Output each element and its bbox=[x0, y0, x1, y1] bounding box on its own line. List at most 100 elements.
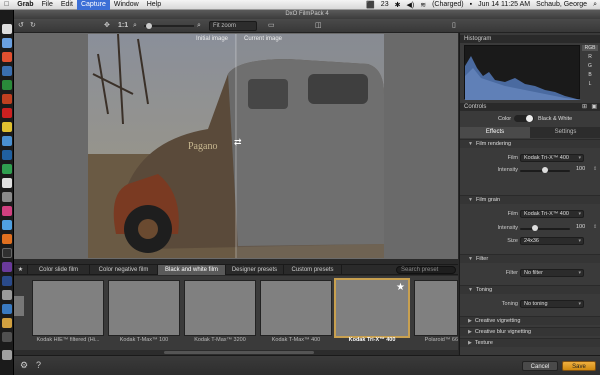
channel-r[interactable]: R bbox=[582, 54, 598, 60]
app-icon-dark[interactable] bbox=[2, 248, 12, 258]
favorite-star-icon[interactable]: ★ bbox=[396, 282, 405, 293]
app-icon-blue[interactable] bbox=[2, 150, 12, 160]
finder-icon[interactable] bbox=[2, 24, 12, 34]
slider-knob[interactable] bbox=[532, 225, 538, 231]
preset-thumb-selected[interactable]: ★ bbox=[334, 278, 410, 338]
apple-menu-icon[interactable]:  bbox=[0, 0, 13, 10]
settings-gear-icon[interactable]: ⚙ bbox=[20, 360, 28, 371]
sidebar-toggle-icon[interactable]: ▯ bbox=[452, 21, 456, 31]
preset-thumb[interactable] bbox=[184, 280, 256, 336]
menu-help[interactable]: Help bbox=[143, 0, 165, 10]
app-icon-gray-2[interactable] bbox=[2, 332, 12, 342]
clock[interactable]: Jun 14 11:25 AM bbox=[475, 1, 533, 8]
film-grain-intensity-slider[interactable] bbox=[520, 225, 570, 231]
channel-l[interactable]: L bbox=[582, 81, 598, 87]
filter-select[interactable]: No filter ▾ bbox=[520, 269, 584, 277]
tab-custom-presets[interactable]: Custom presets bbox=[284, 265, 342, 275]
menu-app-name[interactable]: Grab bbox=[13, 0, 37, 10]
grain-size-select[interactable]: 24x36 ▾ bbox=[520, 237, 584, 245]
film-rendering-intensity-slider[interactable] bbox=[520, 167, 570, 173]
scrollbar-thumb[interactable] bbox=[164, 351, 314, 354]
favorites-star-icon[interactable]: ★ bbox=[14, 265, 28, 275]
toning-select[interactable]: No toning ▾ bbox=[520, 300, 584, 308]
zoom-slider[interactable] bbox=[144, 23, 194, 29]
save-button[interactable]: Save bbox=[562, 361, 596, 371]
safari-icon[interactable] bbox=[2, 136, 12, 146]
compare-view-icon[interactable]: ▭ bbox=[268, 21, 275, 31]
zoom-ratio[interactable]: 1:1 bbox=[118, 21, 128, 31]
app-icon-silver[interactable] bbox=[2, 290, 12, 300]
panel-menu-icon[interactable]: ▣ bbox=[591, 103, 597, 111]
channel-g[interactable]: G bbox=[582, 63, 598, 69]
tab-designer-presets[interactable]: Designer presets bbox=[226, 265, 284, 275]
tab-effects[interactable]: Effects bbox=[460, 127, 530, 138]
tab-color-negative-film[interactable]: Color negative film bbox=[90, 265, 158, 275]
intensity-value[interactable]: 100 bbox=[576, 224, 585, 230]
tab-color-slide-film[interactable]: Color slide film bbox=[28, 265, 90, 275]
rotate-right-icon[interactable]: ↻ bbox=[30, 21, 36, 31]
word-icon[interactable] bbox=[2, 66, 12, 76]
acrobat-icon[interactable] bbox=[2, 108, 12, 118]
app-icon-lightblue[interactable] bbox=[2, 220, 12, 230]
stepper-icon[interactable]: ⇕ bbox=[593, 224, 597, 230]
image-viewer[interactable]: Pagano Initial image Current image ⇄ bbox=[14, 33, 458, 259]
app-icon-green[interactable] bbox=[2, 164, 12, 174]
notification-badge[interactable]: 23 bbox=[378, 1, 392, 8]
split-view-icon[interactable]: ◫ bbox=[315, 21, 322, 31]
channel-rgb[interactable]: RGB bbox=[582, 45, 598, 51]
wifi-icon[interactable]: ≋ bbox=[417, 1, 429, 9]
search-preset-input[interactable]: Search preset bbox=[396, 266, 456, 274]
preset-thumb[interactable] bbox=[260, 280, 332, 336]
powerpoint-icon[interactable] bbox=[2, 94, 12, 104]
app-icon-gold[interactable] bbox=[2, 318, 12, 328]
cancel-button[interactable]: Cancel bbox=[522, 361, 558, 371]
swap-compare-icon[interactable]: ⇄ bbox=[234, 137, 242, 148]
calendar-icon[interactable] bbox=[2, 178, 12, 188]
app-icon-gray[interactable] bbox=[2, 192, 12, 202]
bluetooth-icon[interactable]: ✱ bbox=[392, 1, 404, 9]
flag-icon[interactable]: ▪ bbox=[467, 1, 475, 8]
film-rendering-select[interactable]: Kodak Tri-X™ 400 ▾ bbox=[520, 154, 584, 162]
rotate-left-icon[interactable]: ↺ bbox=[18, 21, 24, 31]
mail-icon[interactable] bbox=[2, 38, 12, 48]
intensity-value[interactable]: 100 bbox=[576, 166, 585, 172]
photoshop-icon[interactable] bbox=[2, 276, 12, 286]
section-toning[interactable]: ▼ Toning bbox=[460, 285, 600, 294]
menu-window[interactable]: Window bbox=[110, 0, 143, 10]
itunes-icon[interactable] bbox=[2, 206, 12, 216]
zoom-slider-knob[interactable] bbox=[146, 23, 152, 29]
preset-thumb[interactable] bbox=[414, 280, 458, 336]
excel-icon[interactable] bbox=[2, 80, 12, 90]
tab-settings[interactable]: Settings bbox=[530, 127, 600, 138]
app-icon-purple[interactable] bbox=[2, 262, 12, 272]
user-name[interactable]: Schaub, George bbox=[533, 1, 590, 8]
preset-partial-thumb[interactable] bbox=[14, 296, 24, 316]
app-icon-blue-2[interactable] bbox=[2, 304, 12, 314]
section-texture[interactable]: ▶ Texture bbox=[460, 338, 600, 347]
move-tool-icon[interactable]: ✥ bbox=[104, 21, 110, 31]
section-filter[interactable]: ▼ Filter bbox=[460, 254, 600, 263]
menu-file[interactable]: File bbox=[38, 0, 57, 10]
status-icon[interactable]: ⬛ bbox=[363, 1, 378, 9]
app-icon-red[interactable] bbox=[2, 52, 12, 62]
section-film-rendering[interactable]: ▼ Film rendering bbox=[460, 139, 600, 148]
spotlight-icon[interactable]: ⌕ bbox=[590, 1, 600, 9]
zoom-in-icon[interactable]: ⌕ bbox=[197, 21, 201, 31]
menu-capture[interactable]: Capture bbox=[76, 0, 110, 10]
channel-b[interactable]: B bbox=[582, 72, 598, 78]
preset-thumb[interactable] bbox=[108, 280, 180, 336]
tab-black-and-white-film[interactable]: Black and white film bbox=[158, 265, 226, 275]
preset-thumb[interactable] bbox=[32, 280, 104, 336]
help-icon[interactable]: ? bbox=[36, 360, 41, 370]
add-preset-icon[interactable]: ⊞ bbox=[582, 103, 587, 111]
toggle-knob[interactable] bbox=[526, 115, 533, 122]
section-creative-vignetting[interactable]: ▶ Creative vignetting bbox=[460, 316, 600, 325]
fit-zoom-dropdown[interactable]: Fit zoom bbox=[209, 21, 257, 31]
volume-icon[interactable]: ◀) bbox=[403, 1, 417, 9]
filezilla-icon[interactable] bbox=[2, 234, 12, 244]
stepper-icon[interactable]: ⇕ bbox=[593, 166, 597, 172]
film-grain-select[interactable]: Kodak Tri-X™ 400 ▾ bbox=[520, 210, 584, 218]
notes-icon[interactable] bbox=[2, 122, 12, 132]
zoom-out-icon[interactable]: ⌕ bbox=[133, 21, 137, 31]
section-film-grain[interactable]: ▼ Film grain bbox=[460, 195, 600, 204]
